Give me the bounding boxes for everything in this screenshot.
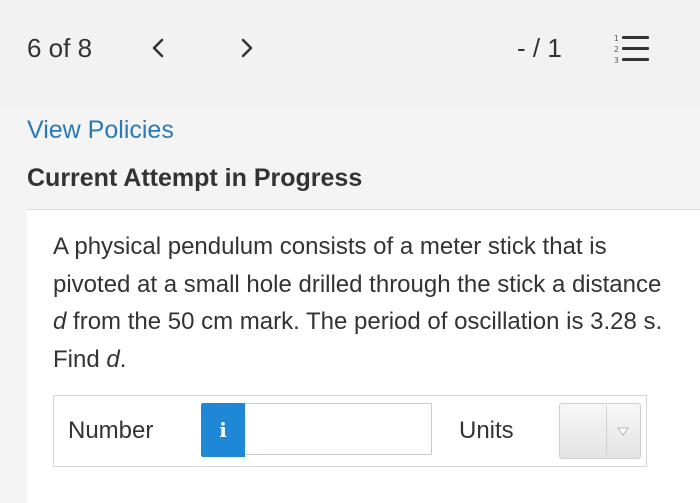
chevron-right-icon [241, 38, 253, 58]
info-button[interactable]: i [201, 403, 245, 457]
number-input[interactable] [245, 403, 432, 455]
next-question-button[interactable] [232, 32, 262, 64]
answer-row: Number i Units [53, 395, 647, 467]
question-counter: 6 of 8 [27, 33, 93, 63]
question-text-part: from the 50 cm mark. The period of oscil… [53, 308, 663, 373]
previous-question-button[interactable] [143, 32, 173, 64]
question-text-part: . [119, 345, 127, 373]
numbered-list-icon: 1 2 3 [614, 34, 649, 65]
svg-text:1: 1 [614, 34, 619, 43]
caret-down-icon [617, 427, 629, 436]
question-navigation-bar: 6 of 8 - / 1 1 2 3 [0, 0, 700, 100]
variable-d: d [53, 308, 67, 335]
question-score: - / 1 [517, 33, 562, 63]
number-label: Number [68, 417, 154, 444]
attempt-status-heading: Current Attempt in Progress [27, 164, 363, 192]
units-label: Units [459, 417, 514, 444]
info-icon: i [219, 418, 227, 442]
question-card: A physical pendulum consists of a meter … [27, 210, 700, 503]
question-text: A physical pendulum consists of a meter … [53, 228, 663, 378]
units-select[interactable] [559, 403, 641, 459]
svg-text:2: 2 [614, 45, 619, 54]
svg-text:3: 3 [614, 56, 619, 65]
units-selected-value [560, 404, 606, 458]
view-policies-link[interactable]: View Policies [27, 112, 174, 148]
question-content: View Policies Current Attempt in Progres… [0, 108, 700, 503]
variable-d: d [106, 345, 120, 373]
units-dropdown-toggle[interactable] [606, 406, 639, 456]
chevron-left-icon [152, 38, 164, 58]
question-list-button[interactable]: 1 2 3 [613, 32, 651, 66]
question-text-part: A physical pendulum consists of a meter … [53, 233, 662, 298]
